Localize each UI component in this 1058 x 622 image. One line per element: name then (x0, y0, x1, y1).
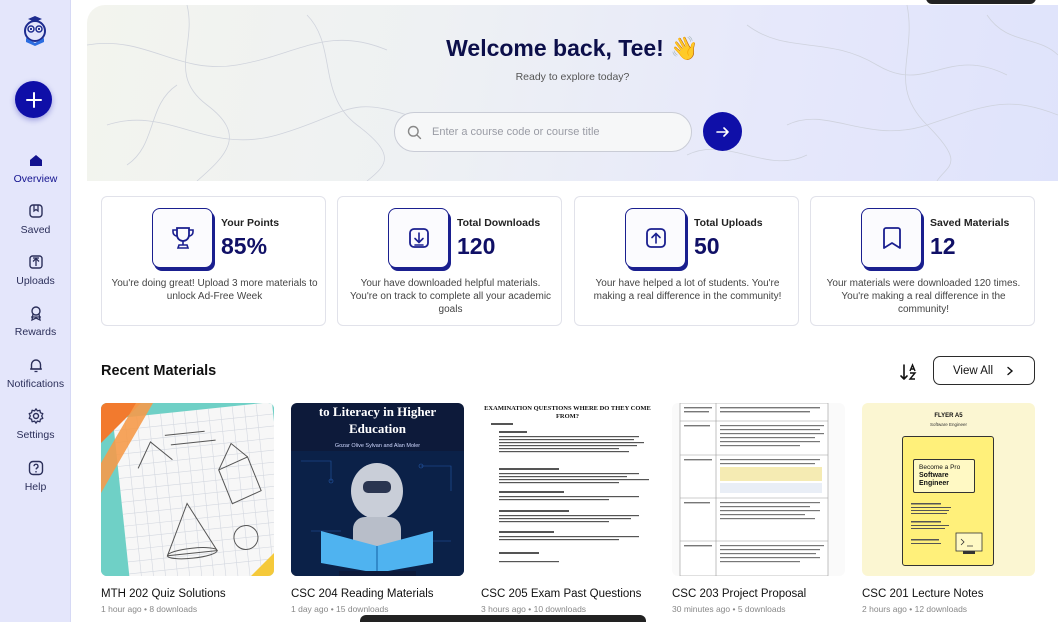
thumbnail-heading: to Literacy in Higher Education (318, 404, 437, 436)
material-meta: 1 hour ago • 8 downloads (101, 604, 198, 614)
material-card[interactable]: to Literacy in Higher Education Gozar Ol… (291, 403, 464, 614)
window-edge (926, 0, 1036, 4)
material-thumbnail[interactable] (672, 403, 845, 576)
material-title: CSC 203 Project Proposal (672, 588, 807, 600)
search-submit-button[interactable] (703, 112, 742, 151)
flyer-banner-line1: Become a Pro (919, 464, 961, 471)
material-card[interactable]: FLYER A5 Software Engineer Become a Pro … (862, 403, 1035, 614)
stat-value: 120 (457, 233, 496, 259)
stat-card-uploads: Total Uploads 50 Your have helped a lot … (574, 196, 799, 326)
material-title: CSC 204 Reading Materials (291, 588, 434, 600)
sidebar-item-label: Overview (13, 173, 58, 185)
material-meta: 3 hours ago • 10 downloads (481, 604, 587, 614)
sidebar-item-label: Notifications (6, 378, 65, 390)
thumbnail-heading: FLYER A5 (934, 413, 963, 419)
material-thumbnail[interactable]: EXAMINATION QUESTIONS WHERE DO THEY COME… (481, 403, 654, 576)
help-icon (26, 458, 46, 478)
stat-label: Your Points (221, 217, 280, 229)
welcome-title: Welcome back, Tee! 👋 (446, 35, 699, 61)
material-card[interactable]: MTH 202 Quiz Solutions 1 hour ago • 8 do… (101, 403, 274, 614)
add-material-button[interactable] (15, 81, 52, 118)
chevron-right-icon (1007, 366, 1014, 375)
bookmark-icon (26, 201, 46, 221)
sidebar-item-rewards[interactable]: Rewards (0, 303, 71, 338)
download-icon (388, 208, 449, 268)
sidebar-item-settings[interactable]: Settings (0, 406, 71, 441)
sort-button[interactable] (898, 361, 920, 383)
stat-card-points: Your Points 85% You're doing great! Uplo… (101, 196, 326, 326)
sidebar-item-label: Uploads (16, 275, 55, 287)
sidebar-item-saved[interactable]: Saved (0, 201, 71, 236)
stat-description: Your have downloaded helpful materials. … (349, 278, 552, 315)
course-search[interactable] (394, 112, 692, 152)
window-edge (360, 615, 646, 622)
sidebar-item-help[interactable]: Help (0, 458, 71, 493)
sidebar: Overview Saved Uploads Rewards Notificat… (0, 0, 71, 622)
search-input[interactable] (432, 126, 672, 138)
bookmark-icon (861, 208, 922, 268)
stat-label: Total Downloads (457, 217, 541, 229)
view-all-button[interactable]: View All (933, 356, 1035, 385)
thumbnail-authors: Gozar Olive Sylvan and Alan Moler (334, 443, 421, 449)
material-thumbnail[interactable]: FLYER A5 Software Engineer Become a Pro … (862, 403, 1035, 576)
sidebar-item-label: Settings (16, 429, 55, 441)
app: Overview Saved Uploads Rewards Notificat… (0, 0, 1058, 622)
upload-icon (625, 208, 686, 268)
upload-icon (26, 252, 46, 272)
stat-label: Saved Materials (930, 217, 1010, 229)
sort-az-icon (900, 363, 917, 380)
stat-description: You're doing great! Upload 3 more materi… (111, 278, 318, 302)
award-icon (26, 303, 46, 323)
sidebar-item-overview[interactable]: Overview (0, 150, 71, 185)
material-title: MTH 202 Quiz Solutions (101, 588, 226, 600)
stat-card-downloads: Total Downloads 120 Your have downloaded… (337, 196, 562, 326)
sidebar-item-label: Rewards (14, 326, 57, 338)
flyer-banner: Become a Pro Software Engineer (913, 459, 975, 493)
flyer-card: Become a Pro Software Engineer (902, 436, 994, 566)
material-title: CSC 205 Exam Past Questions (481, 588, 642, 600)
material-thumbnail[interactable] (101, 403, 274, 576)
owl-book-icon[interactable] (20, 14, 50, 48)
stat-card-saved: Saved Materials 12 Your materials were d… (810, 196, 1035, 326)
sidebar-item-notifications[interactable]: Notifications (0, 355, 71, 390)
trophy-icon (152, 208, 213, 268)
sidebar-item-label: Help (24, 481, 47, 493)
bell-icon (26, 355, 46, 375)
flyer-banner-line2: Software Engineer (919, 472, 949, 487)
material-card[interactable]: CSC 203 Project Proposal 30 minutes ago … (672, 403, 845, 614)
stat-value: 50 (694, 233, 720, 259)
stat-description: Your have helped a lot of students. You'… (593, 278, 782, 302)
stat-value: 85% (221, 233, 268, 259)
stat-value: 12 (930, 233, 956, 259)
welcome-hero: Welcome back, Tee! 👋 Ready to explore to… (87, 5, 1058, 181)
material-card[interactable]: EXAMINATION QUESTIONS WHERE DO THEY COME… (481, 403, 654, 614)
material-meta: 1 day ago • 15 downloads (291, 604, 389, 614)
marble-texture (87, 5, 1058, 181)
home-icon (26, 150, 46, 170)
material-meta: 30 minutes ago • 5 downloads (672, 604, 786, 614)
arrow-right-icon (715, 126, 729, 137)
gear-icon (26, 406, 46, 426)
sidebar-item-uploads[interactable]: Uploads (0, 252, 71, 287)
search-icon (407, 125, 422, 139)
stat-label: Total Uploads (694, 217, 763, 229)
material-thumbnail[interactable]: to Literacy in Higher Education Gozar Ol… (291, 403, 464, 576)
plus-icon (25, 91, 42, 108)
material-meta: 2 hours ago • 12 downloads (862, 604, 968, 614)
view-all-label: View All (952, 364, 994, 377)
thumbnail-heading: EXAMINATION QUESTIONS WHERE DO THEY COME… (484, 405, 651, 420)
section-title: Recent Materials (101, 363, 217, 379)
sidebar-item-label: Saved (20, 224, 51, 236)
material-title: CSC 201 Lecture Notes (862, 588, 984, 600)
stat-description: Your materials were downloaded 120 times… (826, 278, 1021, 315)
welcome-subtitle: Ready to explore today? (515, 71, 630, 83)
thumbnail-subheading: Software Engineer (929, 422, 968, 427)
